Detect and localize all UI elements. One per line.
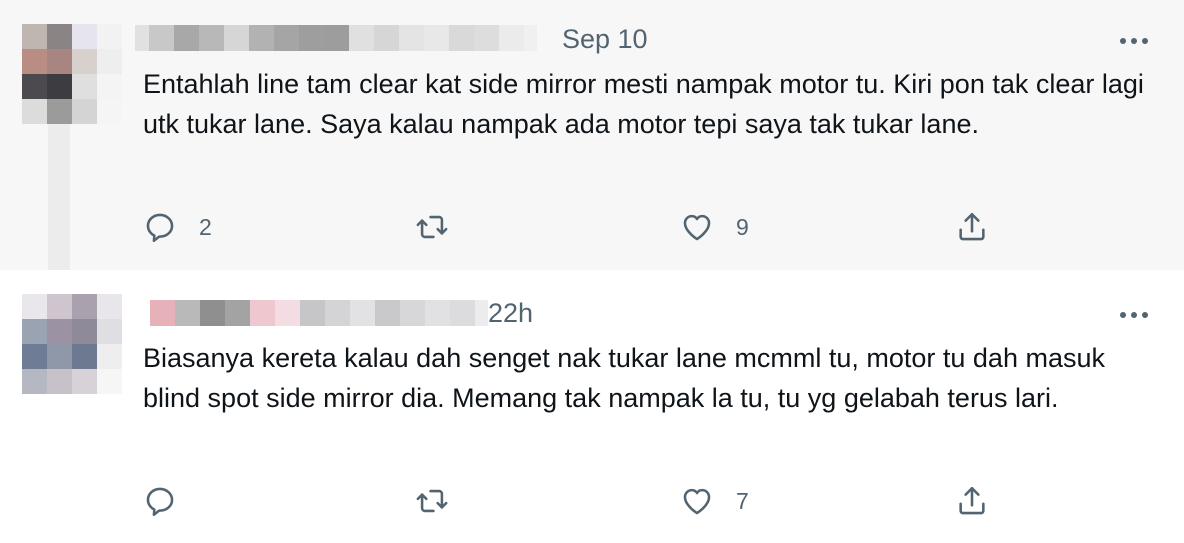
like-count: 9 bbox=[736, 213, 749, 240]
tweet[interactable]: Sep 10 Entahlah line tam clear kat side … bbox=[0, 0, 1184, 270]
tweet-text: Biasanya kereta kalau dah senget nak tuk… bbox=[143, 343, 1105, 413]
share-button[interactable] bbox=[955, 483, 989, 519]
like-button[interactable]: 9 bbox=[680, 209, 749, 245]
retweet-button[interactable] bbox=[415, 209, 471, 245]
tweet-timestamp[interactable]: Sep 10 bbox=[562, 24, 648, 54]
like-count: 7 bbox=[736, 487, 749, 514]
like-button[interactable]: 7 bbox=[680, 483, 749, 519]
share-icon bbox=[959, 212, 985, 241]
avatar[interactable] bbox=[22, 294, 122, 394]
user-name-redacted[interactable] bbox=[135, 25, 537, 51]
tweet-text: Entahlah line tam clear kat side mirror … bbox=[143, 69, 1144, 139]
heart-icon bbox=[683, 488, 711, 515]
more-options-button[interactable] bbox=[1118, 307, 1150, 318]
thread-line bbox=[48, 124, 70, 270]
tweet[interactable]: 22h Biasanya kereta kalau dah senget nak… bbox=[0, 270, 1184, 543]
reply-button[interactable]: 2 bbox=[143, 209, 212, 245]
reply-icon bbox=[146, 487, 174, 517]
more-horizontal-icon bbox=[1120, 312, 1148, 318]
avatar[interactable] bbox=[22, 24, 122, 124]
tweet-actions: 2 9 bbox=[143, 209, 1003, 245]
reply-icon bbox=[146, 213, 174, 243]
user-name-redacted[interactable] bbox=[150, 300, 488, 326]
retweet-button[interactable] bbox=[415, 483, 471, 519]
retweet-icon bbox=[416, 215, 448, 239]
heart-icon bbox=[683, 214, 711, 241]
reply-count: 2 bbox=[199, 213, 212, 240]
more-options-button[interactable] bbox=[1118, 33, 1150, 44]
reply-button[interactable] bbox=[143, 483, 199, 519]
retweet-icon bbox=[416, 489, 448, 513]
tweet-actions: 7 bbox=[143, 483, 1003, 519]
share-icon bbox=[959, 486, 985, 515]
more-horizontal-icon bbox=[1120, 38, 1148, 44]
tweet-timestamp[interactable]: 22h bbox=[488, 298, 533, 328]
share-button[interactable] bbox=[955, 209, 989, 245]
